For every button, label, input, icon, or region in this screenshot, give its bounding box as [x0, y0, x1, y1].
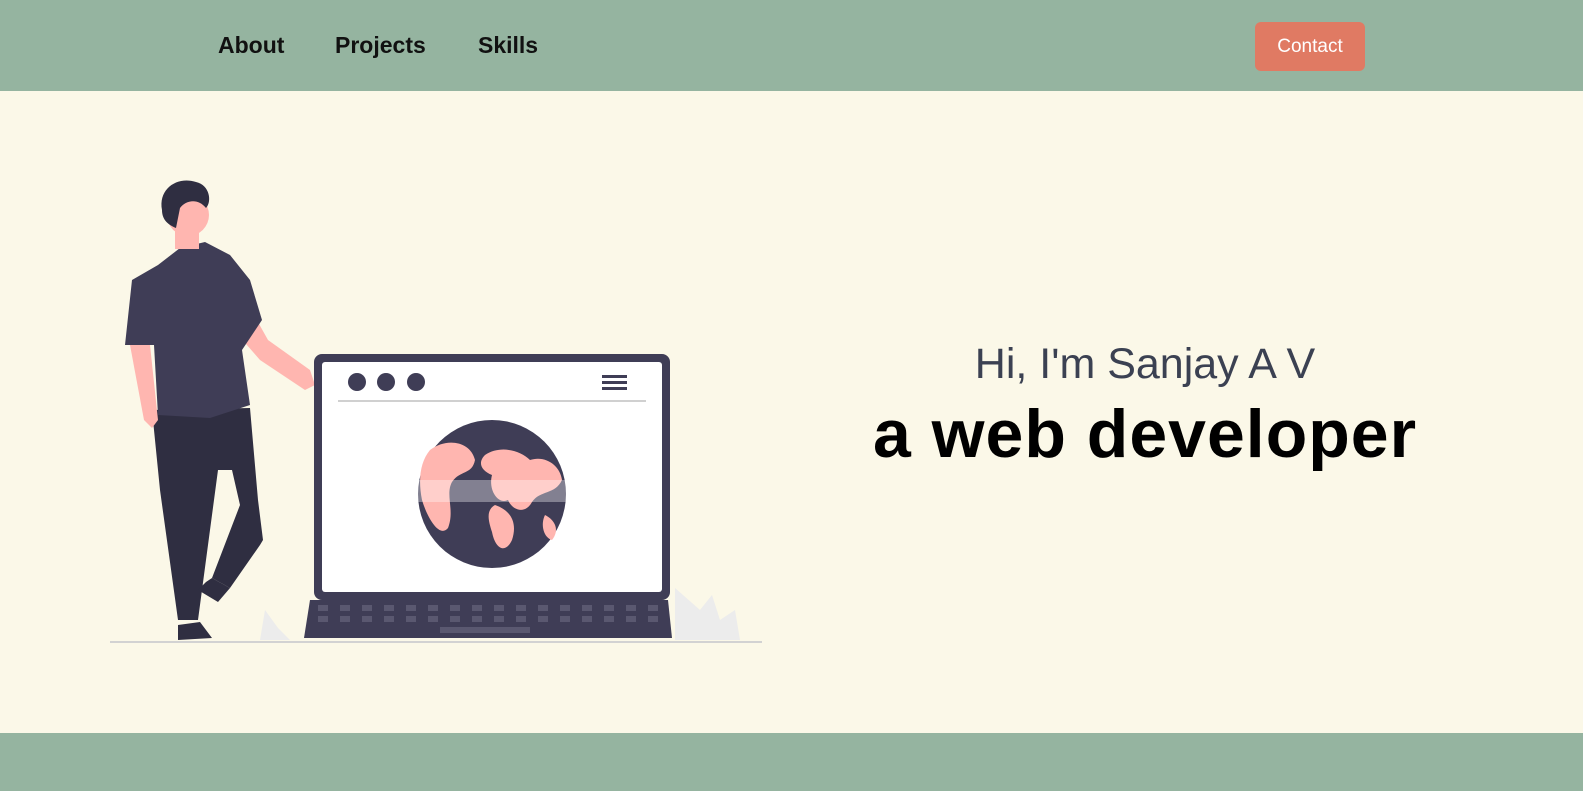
leaf-shape	[260, 610, 290, 640]
portfolio-page: About Projects Skills Contact Hi, I'm Sa…	[0, 0, 1583, 791]
developer-illustration	[100, 170, 780, 650]
leaf-shape	[675, 588, 740, 640]
nav-link-about[interactable]: About	[218, 31, 284, 59]
browser-dot	[348, 373, 366, 391]
hero-role: a web developer	[872, 396, 1418, 472]
footer-bar	[0, 733, 1583, 791]
globe-highlight-band	[418, 480, 566, 502]
laptop-trackpad	[440, 627, 530, 633]
browser-dot	[407, 373, 425, 391]
nav-link-projects[interactable]: Projects	[335, 31, 426, 59]
hamburger-icon	[602, 375, 627, 390]
person-arm	[130, 345, 158, 428]
person-shoe	[178, 622, 212, 640]
hero-greeting: Hi, I'm Sanjay A V	[974, 340, 1316, 388]
hero-text: Hi, I'm Sanjay A V a web developer	[830, 335, 1460, 475]
contact-button[interactable]: Contact	[1255, 22, 1365, 71]
nav-link-skills[interactable]: Skills	[478, 31, 538, 59]
browser-dot	[377, 373, 395, 391]
navbar: About Projects Skills Contact	[0, 0, 1583, 91]
